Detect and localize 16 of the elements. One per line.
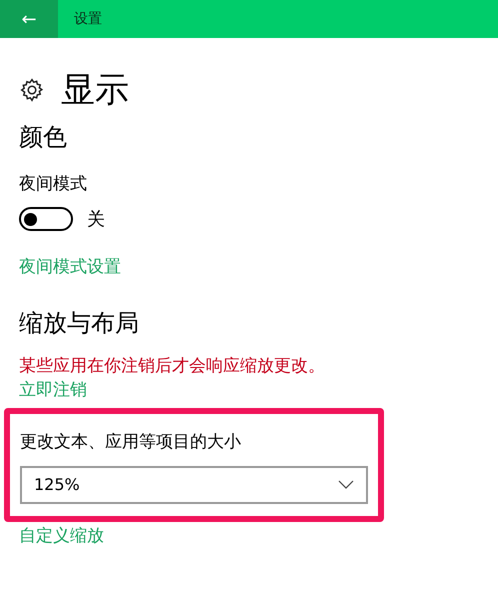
- section-heading: 颜色: [19, 122, 68, 153]
- page-title: 显示: [61, 69, 129, 112]
- night-mode-settings-link[interactable]: 夜间模式设置: [19, 256, 121, 276]
- back-button[interactable]: ←: [0, 0, 58, 38]
- size-dropdown[interactable]: 125%: [20, 466, 368, 504]
- field-label: 更改文本、应用等项目的大小: [20, 431, 242, 454]
- toggle-state: 关: [87, 208, 105, 232]
- warning-text: 某些应用在你注销后才会响应缩放更改。: [19, 355, 326, 378]
- settings-icon: [19, 77, 45, 103]
- sign-out-link[interactable]: 立即注销: [19, 380, 87, 400]
- toggle-switch[interactable]: [19, 207, 73, 231]
- custom-scaling-link[interactable]: 自定义缩放: [19, 526, 104, 546]
- window-title: 设置: [74, 10, 102, 28]
- chevron-down-icon: [338, 480, 354, 489]
- section-heading: 缩放与布局: [19, 308, 140, 339]
- toggle-label: 夜间模式: [19, 173, 88, 196]
